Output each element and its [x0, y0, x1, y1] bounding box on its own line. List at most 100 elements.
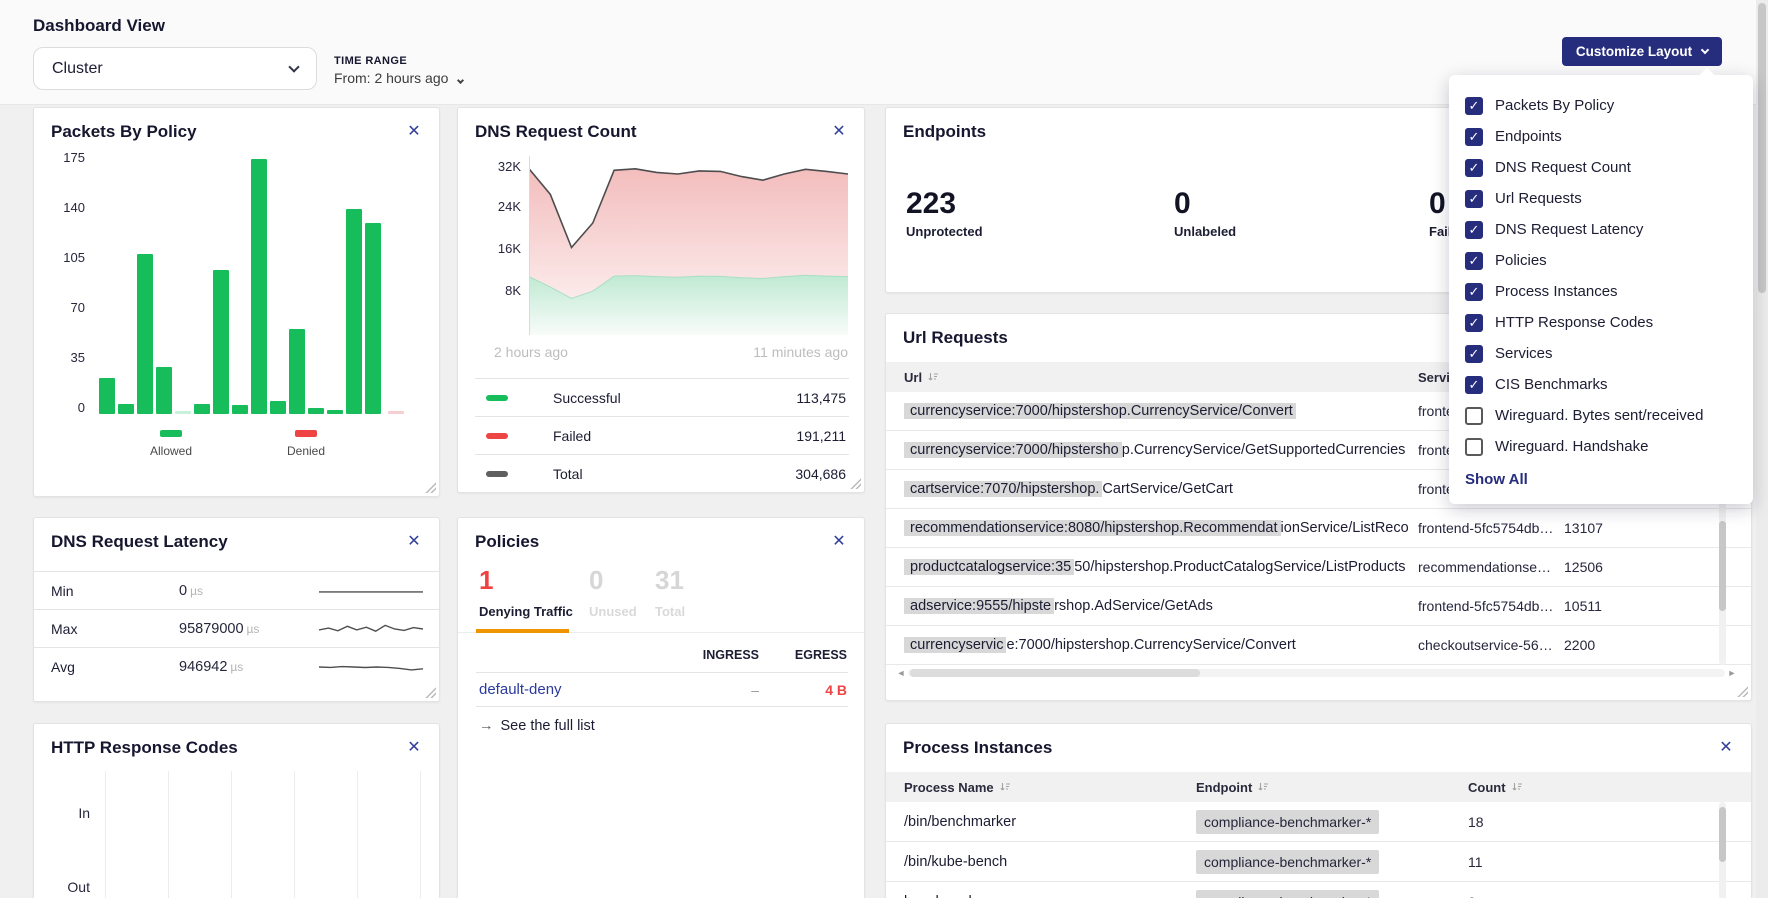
y-tick: 175 [49, 150, 85, 165]
scroll-right-icon[interactable]: ► [1725, 667, 1739, 679]
menu-item-services[interactable]: ✓Services [1465, 338, 1739, 369]
sort-icon[interactable] [927, 371, 939, 383]
checkbox-checked-icon[interactable]: ✓ [1465, 314, 1483, 332]
scrollbar-thumb[interactable] [1719, 521, 1726, 611]
show-all-link[interactable]: Show All [1465, 471, 1739, 488]
scrollbar-thumb[interactable] [910, 669, 1200, 677]
menu-item-http-response-codes[interactable]: ✓ HTTP Response Codes [1465, 307, 1739, 338]
close-icon[interactable] [828, 121, 850, 143]
table-row[interactable]: /bin/kube-benchcompliance-benchmarker-*1… [886, 842, 1751, 882]
checkbox-checked-icon[interactable]: ✓ [1465, 283, 1483, 301]
close-icon[interactable] [403, 737, 425, 759]
page-scrollbar[interactable] [1756, 0, 1768, 898]
legend-value: 191,211 [796, 428, 846, 444]
checkbox-unchecked-icon[interactable] [1465, 407, 1483, 425]
menu-item-wireguard-handshake[interactable]: Wireguard. Handshake [1465, 431, 1739, 462]
table-row[interactable]: productcatalogservice:3550/hipstershop.P… [886, 548, 1751, 587]
tab-unused[interactable]: 0 Unused [589, 566, 637, 619]
card-policies: Policies 1 Denying Traffic 0 Unused 31 T… [457, 517, 865, 898]
policy-link[interactable]: default-deny [479, 681, 562, 698]
checkbox-checked-icon[interactable]: ✓ [1465, 345, 1483, 363]
checkbox-checked-icon[interactable]: ✓ [1465, 221, 1483, 239]
menu-item-wireguard-bytes-sent-received[interactable]: Wireguard. Bytes sent/received [1465, 400, 1739, 431]
table-row[interactable]: benchmarkercompliance-benchmarker-*9 [886, 882, 1751, 898]
x-label-end: 11 minutes ago [753, 344, 848, 360]
table-row[interactable]: recommendationservice:8080/hipstershop.R… [886, 509, 1751, 548]
bar [308, 408, 324, 414]
horizontal-scrollbar[interactable]: ◄ ► [894, 667, 1739, 679]
menu-item-label: Wireguard. Handshake [1495, 438, 1648, 455]
column-header-process-name[interactable]: Process Name [904, 780, 1011, 795]
tab-total[interactable]: 31 Total [655, 566, 685, 619]
card-process-instances: Process Instances Process Name Endpoint … [885, 723, 1752, 898]
scroll-left-icon[interactable]: ◄ [894, 667, 908, 679]
divider [476, 706, 848, 707]
card-dns-request-count: DNS Request Count 32K24K16K8K [457, 107, 865, 493]
menu-item-dns-request-count[interactable]: ✓DNS Request Count [1465, 152, 1739, 183]
column-header-url[interactable]: Url [904, 370, 939, 385]
customize-layout-button[interactable]: Customize Layout [1562, 37, 1722, 66]
table-row[interactable]: /bin/benchmarkercompliance-benchmarker-*… [886, 802, 1751, 842]
legend-swatch [486, 395, 508, 401]
active-tab-underline [476, 629, 569, 633]
card-title: Policies [475, 532, 539, 552]
menu-item-label: HTTP Response Codes [1495, 314, 1653, 331]
legend-row-successful: Successful 113,475 [475, 378, 849, 416]
service-cell: frontend-5fc5754db… [1418, 598, 1556, 614]
latency-value: 95879000µs [179, 621, 259, 637]
checkbox-checked-icon[interactable]: ✓ [1465, 159, 1483, 177]
time-range-value[interactable]: From: 2 hours ago [334, 70, 463, 86]
checkbox-checked-icon[interactable]: ✓ [1465, 128, 1483, 146]
cluster-select[interactable]: Cluster [33, 47, 317, 90]
bar [213, 270, 229, 414]
menu-item-policies[interactable]: ✓Policies [1465, 245, 1739, 276]
close-icon[interactable] [1715, 737, 1737, 759]
checkbox-checked-icon[interactable]: ✓ [1465, 376, 1483, 394]
endpoint-chip: compliance-benchmarker-* [1196, 810, 1379, 834]
tab-label: Total [655, 604, 685, 619]
sort-icon[interactable] [1511, 781, 1523, 793]
resize-handle[interactable] [425, 482, 436, 493]
menu-item-cis-benchmarks[interactable]: ✓CIS Benchmarks [1465, 369, 1739, 400]
resize-handle[interactable] [425, 687, 436, 698]
see-full-list-link[interactable]: → See the full list [479, 718, 595, 734]
scrollbar-track[interactable] [908, 669, 1725, 677]
stat-unprotected: 223 Unprotected [906, 188, 1156, 239]
checkbox-unchecked-icon[interactable] [1465, 438, 1483, 456]
table-row[interactable]: adservice:9555/hipstershop.AdService/Get… [886, 587, 1751, 626]
menu-item-packets-by-policy[interactable]: ✓Packets By Policy [1465, 90, 1739, 121]
close-icon[interactable] [403, 121, 425, 143]
card-title: Process Instances [903, 738, 1052, 758]
resize-handle[interactable] [1737, 686, 1748, 697]
url-rest: 50/hipstershop.ProductCatalogService/Lis… [1074, 559, 1405, 575]
menu-item-process-instances[interactable]: ✓Process Instances [1465, 276, 1739, 307]
page-scrollbar-thumb[interactable] [1758, 3, 1766, 293]
url-highlight: currencyservice:7000/hipstersho [904, 442, 1122, 458]
tab-label: Denying Traffic [479, 604, 573, 619]
resize-handle[interactable] [850, 478, 861, 489]
area-chart [529, 156, 848, 335]
column-header-endpoint[interactable]: Endpoint [1196, 780, 1269, 795]
menu-item-url-requests[interactable]: ✓Url Requests [1465, 183, 1739, 214]
close-icon[interactable] [403, 531, 425, 553]
y-tick: 35 [49, 350, 85, 365]
see-full-list-label: See the full list [501, 718, 595, 734]
scrollbar-thumb[interactable] [1719, 807, 1726, 862]
checkbox-checked-icon[interactable]: ✓ [1465, 252, 1483, 270]
menu-item-dns-request-latency[interactable]: ✓DNS Request Latency [1465, 214, 1739, 245]
checkbox-checked-icon[interactable]: ✓ [1465, 97, 1483, 115]
url-highlight: recommendationservice:8080/hipstershop.R… [904, 520, 1281, 536]
menu-item-endpoints[interactable]: ✓Endpoints [1465, 121, 1739, 152]
process-name-cell: benchmarker [904, 894, 989, 898]
tab-denying-traffic[interactable]: 1 Denying Traffic [479, 566, 573, 619]
checkbox-checked-icon[interactable]: ✓ [1465, 190, 1483, 208]
vertical-scrollbar[interactable] [1719, 802, 1726, 898]
close-icon[interactable] [828, 531, 850, 553]
policy-egress-value: 4 B [787, 682, 847, 698]
sort-icon[interactable] [1257, 781, 1269, 793]
sort-icon[interactable] [999, 781, 1011, 793]
table-row[interactable]: currencyservice:7000/hipstershop.Currenc… [886, 626, 1751, 665]
gridline [105, 771, 106, 898]
process-name-cell: /bin/kube-bench [904, 854, 1007, 870]
column-header-count[interactable]: Count [1468, 780, 1523, 795]
